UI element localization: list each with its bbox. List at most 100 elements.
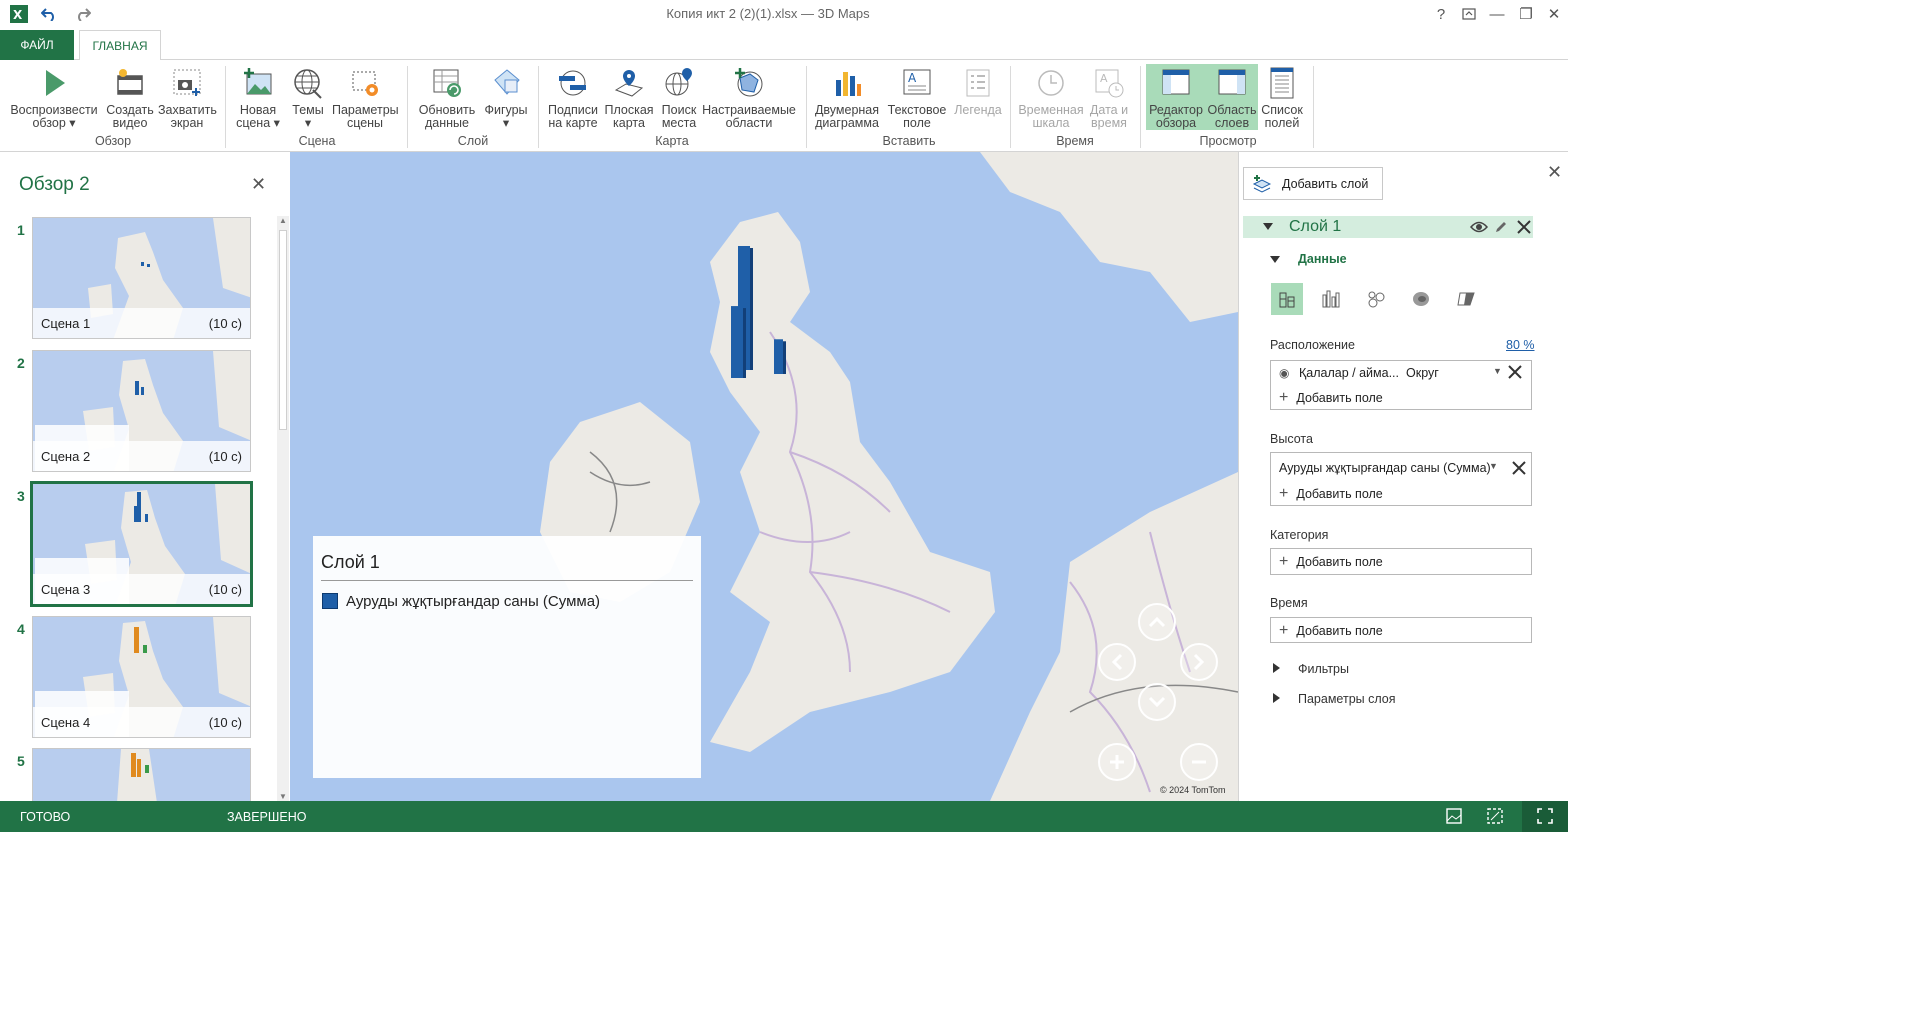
chevron-up-icon (1148, 616, 1166, 628)
ribbon-tabs: ФАЙЛ ГЛАВНАЯ (0, 28, 1568, 61)
tour-scrollbar[interactable]: ▲ ▼ (277, 216, 289, 801)
layer-options-section[interactable]: Параметры слоя (1298, 692, 1396, 706)
scroll-down-icon[interactable]: ▼ (279, 792, 287, 801)
chevron-down-icon (1148, 696, 1166, 708)
region-icon (1457, 292, 1475, 306)
add-height-field[interactable]: + Добавить поле (1279, 485, 1383, 503)
text-box-button[interactable]: A Текстовое поле (884, 64, 950, 130)
scene-thumbnail-2[interactable]: Сцена 2 (10 с) (32, 350, 251, 472)
bubble-viz-button[interactable] (1360, 283, 1392, 315)
field-list-button[interactable]: Список полей (1258, 64, 1306, 130)
scene-thumbnail-3[interactable]: Сцена 3 (10 с) (30, 481, 253, 607)
layer-pane-icon (1218, 69, 1246, 95)
scene-number: 4 (17, 621, 25, 637)
scroll-thumb[interactable] (279, 230, 287, 430)
plus-icon: + (1279, 485, 1289, 502)
scene-name: Сцена 3 (41, 582, 91, 597)
filters-section[interactable]: Фильтры (1298, 662, 1349, 676)
map-labels-button[interactable]: Подписи на карте (544, 64, 602, 130)
status-done: ЗАВЕРШЕНО (227, 810, 307, 824)
edit-icon[interactable] (1494, 220, 1508, 234)
svg-text:A: A (908, 71, 917, 85)
close-button[interactable]: ✕ (1543, 4, 1565, 24)
timeline-button[interactable]: Временная шкала (1016, 64, 1086, 130)
tab-home[interactable]: ГЛАВНАЯ (79, 30, 161, 61)
dropdown-arrow-icon[interactable]: ▼ (1493, 366, 1502, 376)
custom-regions-button[interactable]: Настраиваемые области (702, 64, 796, 130)
scene-thumbnail-5[interactable] (32, 748, 251, 802)
add-category-field[interactable]: + Добавить поле (1279, 553, 1383, 571)
tilt-down-button[interactable] (1138, 683, 1176, 721)
tour-title: Обзор 2 (19, 174, 90, 195)
height-label: Высота (1270, 432, 1313, 446)
add-layer-button[interactable]: Добавить слой (1243, 167, 1383, 200)
flat-map-button[interactable]: Плоская карта (602, 64, 656, 130)
close-layer-pane-button[interactable]: ✕ (1547, 162, 1562, 183)
expand-arrow-icon[interactable] (1273, 663, 1280, 673)
add-time-field[interactable]: + Добавить поле (1279, 622, 1383, 640)
map-copyright: © 2024 TomTom (1160, 785, 1226, 795)
dropdown-arrow-icon[interactable]: ▼ (1489, 461, 1498, 471)
tour-editor-button[interactable]: Редактор обзора (1146, 64, 1206, 130)
scene-thumbnail-4[interactable]: Сцена 4 (10 с) (32, 616, 251, 738)
screenshot-icon[interactable] (1444, 806, 1464, 826)
fullscreen-button[interactable] (1522, 801, 1568, 832)
shapes-button[interactable]: Фигуры ▾ (482, 64, 530, 130)
create-video-button[interactable]: Создать видео (104, 64, 156, 130)
region-viz-button[interactable] (1450, 283, 1482, 315)
find-location-button[interactable]: Поиск места (656, 64, 702, 130)
rotate-right-button[interactable] (1180, 643, 1218, 681)
close-tour-panel-button[interactable]: ✕ (251, 174, 266, 195)
legend-button[interactable]: Легенда (952, 64, 1004, 130)
collapse-arrow-icon[interactable] (1263, 223, 1273, 231)
2d-chart-button[interactable]: Двумерная диаграмма (812, 64, 882, 130)
play-tour-button[interactable]: Воспроизвести обзор ▾ (8, 64, 100, 130)
zoom-in-button[interactable] (1098, 743, 1136, 781)
new-scene-button[interactable]: Новая сцена ▾ (234, 64, 282, 130)
scene-thumbnail-1[interactable]: Сцена 1 (10 с) (32, 217, 251, 339)
help-button[interactable]: ? (1430, 4, 1452, 24)
eye-icon[interactable] (1470, 220, 1488, 234)
radio-icon[interactable]: ◉ (1279, 366, 1289, 380)
refresh-data-button[interactable]: Обновить данные (414, 64, 480, 130)
tab-file[interactable]: ФАЙЛ (0, 30, 74, 60)
find-location-icon (665, 68, 692, 96)
shapes-icon (494, 69, 520, 95)
column-mark[interactable] (774, 339, 786, 374)
location-type-select[interactable]: Округ (1406, 366, 1439, 380)
scene-duration: (10 с) (208, 449, 242, 464)
clustered-column-viz-button[interactable] (1315, 283, 1347, 315)
minimize-button[interactable]: — (1486, 4, 1508, 24)
location-confidence-link[interactable]: 80 % (1506, 338, 1535, 352)
capture-screen-button[interactable]: Захватить экран (158, 64, 217, 130)
date-time-button[interactable]: A Дата и время (1086, 64, 1132, 130)
expand-arrow-icon[interactable] (1273, 693, 1280, 703)
themes-button[interactable]: Темы ▾ (286, 64, 330, 130)
zoom-out-button[interactable] (1180, 743, 1218, 781)
heat-map-icon (1413, 292, 1429, 306)
scroll-up-icon[interactable]: ▲ (279, 216, 287, 225)
restore-button[interactable]: ❐ (1515, 4, 1537, 24)
stacked-column-viz-button[interactable] (1271, 283, 1303, 315)
layer-header[interactable]: Слой 1 (1243, 216, 1533, 238)
heat-map-viz-button[interactable] (1405, 283, 1437, 315)
remove-field-icon[interactable] (1511, 460, 1527, 476)
rotate-left-button[interactable] (1098, 643, 1136, 681)
location-field-box: ◉ Қалалар / айма... Округ ▼ + Добавить по… (1270, 360, 1532, 410)
add-location-field[interactable]: + Добавить поле (1279, 389, 1383, 407)
tilt-up-button[interactable] (1138, 603, 1176, 641)
chevron-left-icon (1111, 653, 1123, 671)
remove-field-icon[interactable] (1507, 364, 1523, 380)
delete-layer-icon[interactable] (1516, 219, 1532, 235)
ribbon-display-icon[interactable] (1458, 4, 1480, 24)
scene-options-button[interactable]: Параметры сцены (332, 64, 399, 130)
fit-view-icon[interactable] (1485, 806, 1505, 826)
layer-name[interactable]: Слой 1 (1289, 218, 1341, 236)
collapse-arrow-icon[interactable] (1270, 256, 1280, 264)
location-label: Расположение (1270, 338, 1355, 352)
height-field-name: Ауруды жұқтырғандар саны (Сумма) (1279, 461, 1491, 475)
layer-pane-button[interactable]: Область слоев (1206, 64, 1258, 130)
column-mark[interactable] (731, 306, 746, 378)
field-list-icon (1270, 67, 1294, 99)
map-legend[interactable]: Слой 1 Ауруды жұқтырғандар саны (Сумма) (313, 536, 701, 778)
